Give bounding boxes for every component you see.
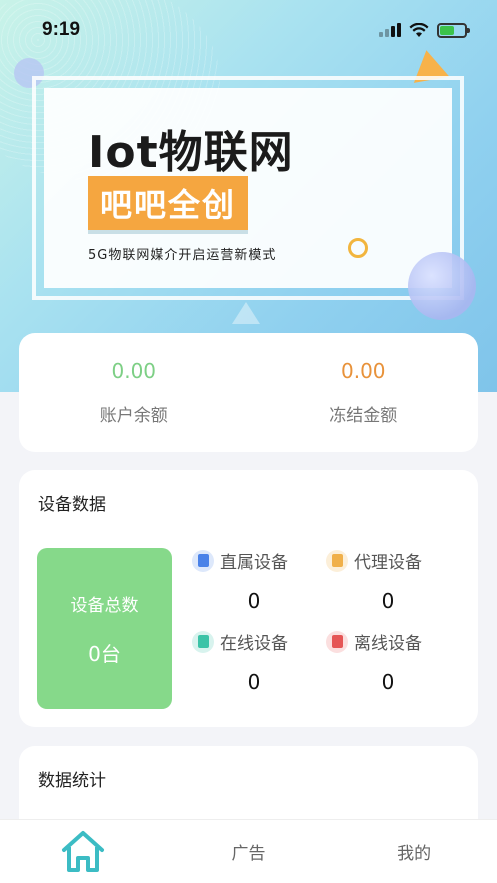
device-total-value: 0台: [88, 641, 121, 666]
bottom-tabbar: 广告 我的: [0, 819, 497, 883]
statistics-section-title: 数据统计: [38, 771, 106, 791]
stat-value: 0: [247, 589, 261, 613]
tab-mine[interactable]: 我的: [331, 820, 497, 883]
device-data-card: 设备数据 设备总数 0台 直属设备 0 代理设备 0 在线设备 0 离线设备 0: [19, 470, 478, 727]
stat-label: 离线设备: [354, 634, 422, 654]
decorative-sphere: [408, 252, 476, 320]
stat-label: 直属设备: [220, 553, 288, 573]
account-balance-value: 0.00: [111, 359, 157, 383]
agent-device-icon: [326, 549, 348, 572]
stat-offline-devices[interactable]: 离线设备 0: [326, 629, 456, 694]
banner-frame: Iot物联网 吧吧全创 5G物联网媒介开启运营新模式: [32, 76, 464, 300]
status-icons: [379, 22, 470, 38]
battery-icon: [437, 22, 470, 38]
online-device-icon: [192, 630, 214, 653]
stat-value: 0: [247, 670, 261, 694]
signal-icon: [379, 23, 401, 37]
offline-device-icon: [326, 630, 348, 653]
stat-label: 代理设备: [354, 553, 422, 573]
stat-value: 0: [381, 589, 395, 613]
stat-label: 在线设备: [220, 634, 288, 654]
device-total-box[interactable]: 设备总数 0台: [37, 548, 172, 709]
device-total-label: 设备总数: [70, 595, 139, 616]
account-balance-label: 账户余额: [99, 406, 168, 426]
device-section-title: 设备数据: [38, 495, 106, 515]
balance-card: 0.00 账户余额 0.00 冻结金额: [19, 333, 478, 452]
status-time: 9:19: [42, 19, 81, 40]
tab-home[interactable]: [0, 820, 166, 883]
account-balance[interactable]: 0.00 账户余额: [19, 333, 249, 452]
stat-direct-devices[interactable]: 直属设备 0: [192, 548, 322, 613]
banner-tag: 吧吧全创: [88, 176, 249, 230]
tab-ads[interactable]: 广告: [166, 820, 332, 883]
frozen-balance[interactable]: 0.00 冻结金额: [249, 333, 479, 452]
home-icon: [61, 830, 104, 872]
decorative-ring: [348, 238, 368, 258]
stat-value: 0: [381, 670, 395, 694]
banner-subtitle: 5G物联网媒介开启运营新模式: [88, 248, 277, 263]
status-bar: 9:19: [0, 0, 497, 60]
wifi-icon: [409, 22, 429, 37]
decorative-small-triangle: [232, 302, 260, 324]
direct-device-icon: [192, 549, 214, 572]
banner-title: Iot物联网: [88, 127, 294, 178]
stat-agent-devices[interactable]: 代理设备 0: [326, 548, 456, 613]
banner-card: Iot物联网 吧吧全创 5G物联网媒介开启运营新模式: [44, 88, 452, 288]
frozen-balance-value: 0.00: [340, 359, 386, 383]
frozen-balance-label: 冻结金额: [329, 406, 398, 426]
stat-online-devices[interactable]: 在线设备 0: [192, 629, 322, 694]
